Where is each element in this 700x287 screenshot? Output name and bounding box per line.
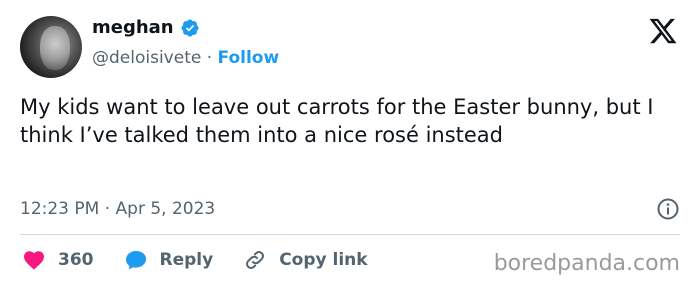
like-button[interactable]: 360 bbox=[22, 248, 94, 272]
action-bar: 360 Reply Copy link bbox=[22, 248, 398, 272]
verified-badge-icon bbox=[181, 18, 199, 37]
divider bbox=[20, 234, 680, 235]
tweet-date: Apr 5, 2023 bbox=[115, 199, 216, 219]
reply-button[interactable]: Reply bbox=[124, 248, 214, 272]
link-icon bbox=[246, 251, 265, 269]
reply-label: Reply bbox=[159, 250, 214, 270]
copy-link-button[interactable]: Copy link bbox=[243, 248, 368, 272]
avatar[interactable] bbox=[20, 16, 82, 78]
tweet-timestamp[interactable]: 12:23 PM · Apr 5, 2023 bbox=[20, 199, 215, 219]
handle-separator: · bbox=[206, 48, 213, 68]
heart-icon bbox=[24, 251, 44, 270]
info-icon[interactable] bbox=[656, 197, 680, 221]
tweet-text: My kids want to leave out carrots for th… bbox=[20, 95, 654, 147]
author-name[interactable]: meghan bbox=[92, 17, 174, 38]
tweet-time: 12:23 PM bbox=[20, 199, 100, 219]
author-handle[interactable]: @deloisivete bbox=[92, 48, 201, 68]
x-logo-icon[interactable] bbox=[648, 16, 678, 46]
copy-link-label: Copy link bbox=[279, 250, 368, 270]
like-count: 360 bbox=[58, 250, 94, 270]
author-name-row: meghan bbox=[92, 17, 200, 38]
follow-button[interactable]: Follow bbox=[218, 48, 280, 68]
reply-bubble-icon bbox=[125, 251, 146, 270]
handle-row: @deloisivete · Follow bbox=[92, 48, 279, 68]
meta-separator: · bbox=[104, 199, 111, 219]
watermark: boredpanda.com bbox=[493, 251, 680, 276]
